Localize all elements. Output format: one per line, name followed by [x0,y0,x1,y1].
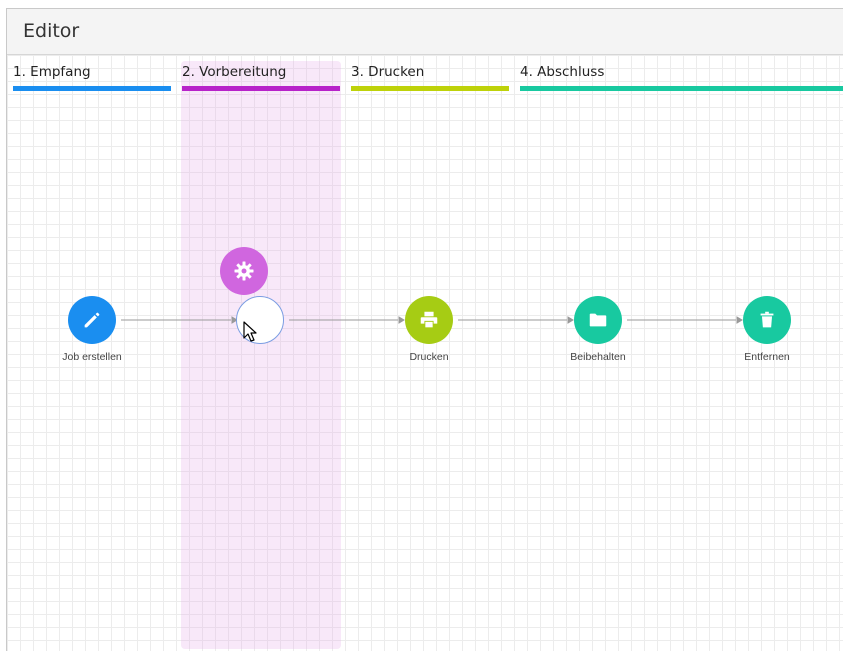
printer-icon [420,311,438,328]
connector-3-arrow [567,316,574,324]
editor-header: Editor [7,9,843,55]
mouse-cursor-icon [243,321,257,342]
pencil-icon [84,312,100,328]
connector-2-arrow [398,316,405,324]
node-label-drucken: Drucken [409,351,449,363]
connector-4-arrow [736,316,743,324]
node-drucken[interactable] [405,296,453,344]
node-label-beibehalten: Beibehalten [570,351,626,363]
workflow-canvas[interactable]: 1. Empfang 2. Vorbereitung 3. Drucken 4.… [7,55,843,651]
editor-window: Editor 1. Empfang 2. Vorbereitung 3. Dru… [6,8,843,651]
node-label-job-erstellen: Job erstellen [62,351,122,363]
gear-icon [234,261,254,281]
node-label-entfernen: Entfernen [744,351,790,363]
node-entfernen[interactable] [743,296,791,344]
node-beibehalten[interactable] [574,296,622,344]
dragged-gear-item[interactable] [220,247,268,295]
node-job-erstellen[interactable] [68,296,116,344]
trash-icon [760,311,774,328]
folder-icon [589,313,607,327]
page-title: Editor [23,20,80,42]
